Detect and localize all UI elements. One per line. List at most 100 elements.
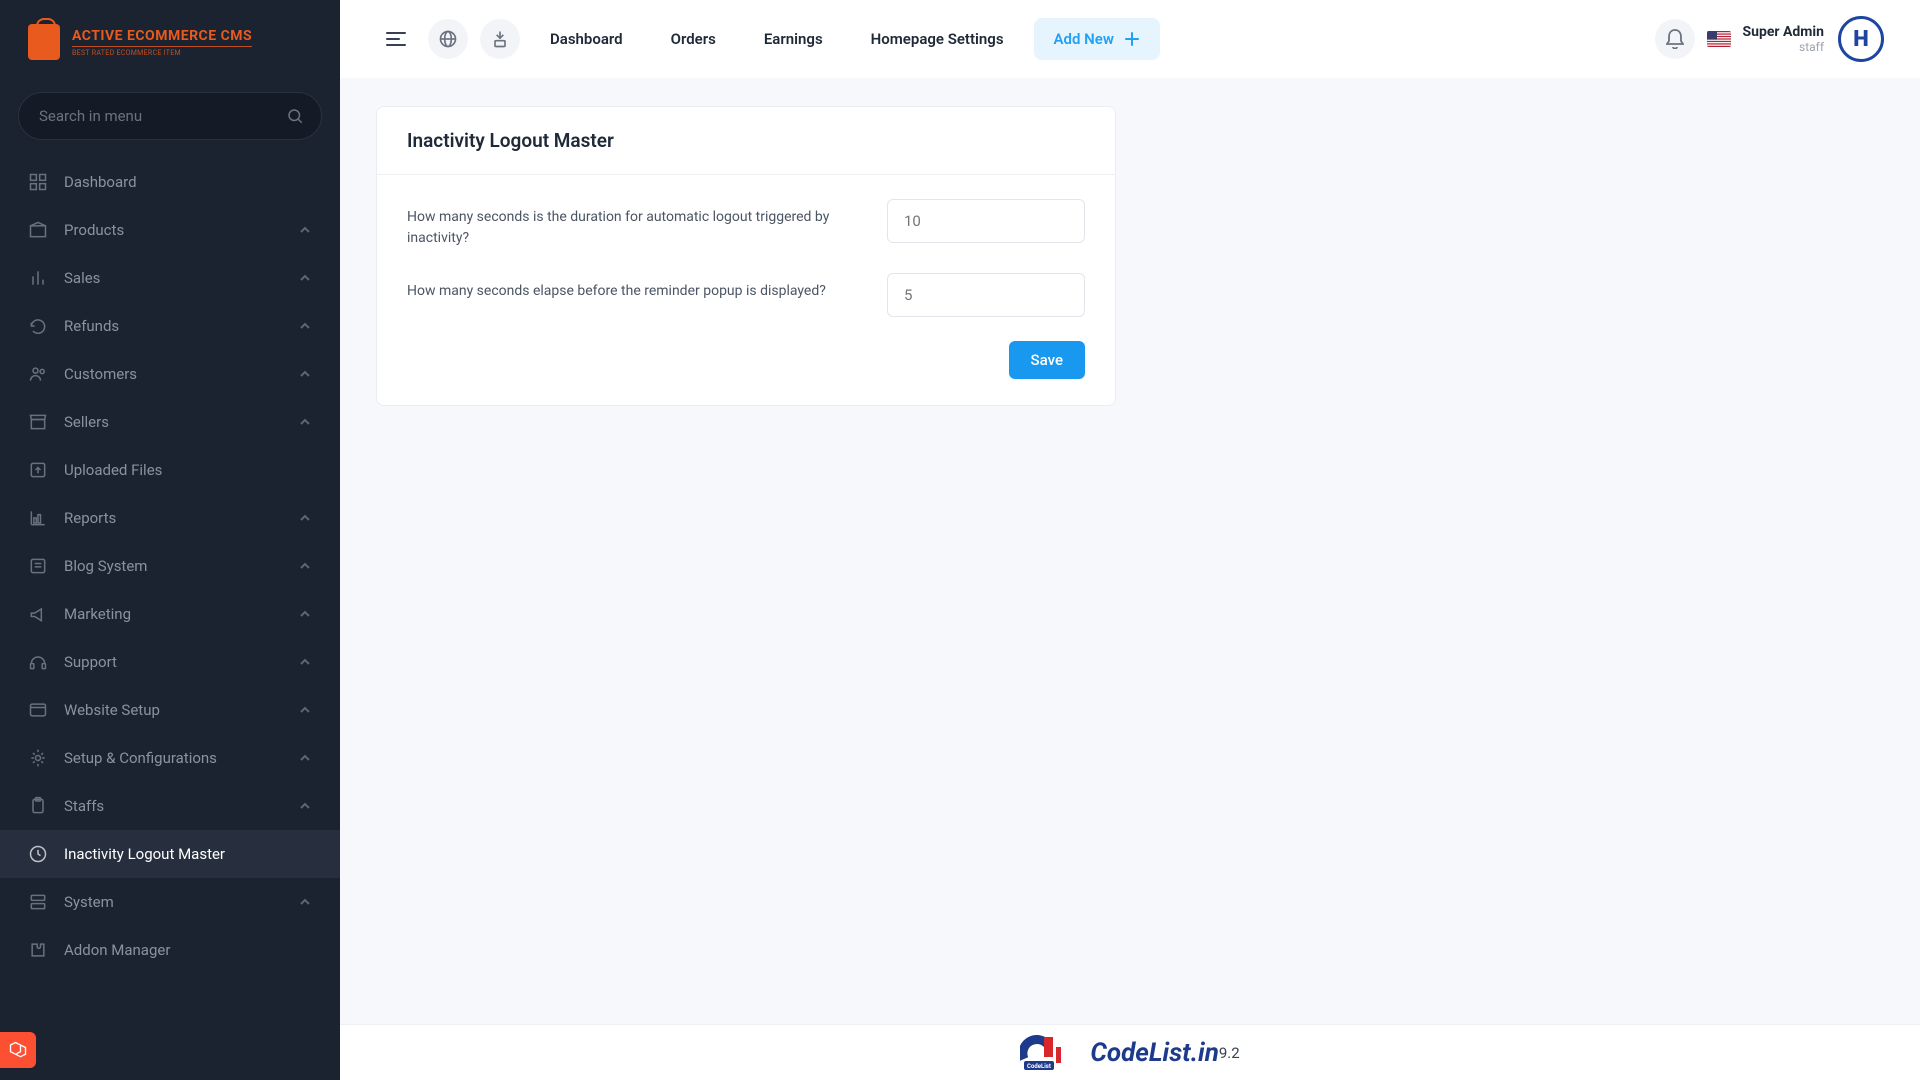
notifications-button[interactable] [1655,19,1695,59]
reminder-input[interactable] [887,273,1085,317]
clipboard-icon [28,796,48,816]
box-icon [28,220,48,240]
duration-input[interactable] [887,199,1085,243]
chevron-up-icon [298,511,312,525]
sidebar-item-addon-manager[interactable]: Addon Manager [0,926,340,974]
chart-icon [28,508,48,528]
add-new-label: Add New [1054,30,1114,48]
save-button[interactable]: Save [1009,341,1085,379]
sidebar-item-sellers[interactable]: Sellers [0,398,340,446]
sidebar-item-label: Customers [64,365,298,383]
reminder-label: How many seconds elapse before the remin… [407,273,859,302]
footer: CodeList CodeList.in 9.2 [340,1024,1920,1080]
add-new-button[interactable]: Add New [1034,18,1160,60]
globe-button[interactable] [428,19,468,59]
sidebar-item-label: Sales [64,269,298,287]
users-icon [28,364,48,384]
plus-icon [1124,31,1140,47]
sidebar-item-label: Staffs [64,797,298,815]
chevron-up-icon [298,655,312,669]
footer-logo: CodeList CodeList.in [1020,1035,1219,1071]
chevron-up-icon [298,799,312,813]
sidebar-search [18,92,322,140]
window-icon [28,700,48,720]
topbar-link-homepage-settings[interactable]: Homepage Settings [853,30,1022,48]
topbar: Dashboard Orders Earnings Homepage Setti… [340,0,1920,78]
brand-subtitle: BEST RATED ECOMMERCE ITEM [72,46,252,57]
sidebar-item-label: Reports [64,509,298,527]
sidebar-item-refunds[interactable]: Refunds [0,302,340,350]
chevron-up-icon [298,271,312,285]
main-content: Inactivity Logout Master How many second… [340,78,1920,1080]
topbar-link-dashboard[interactable]: Dashboard [532,30,641,48]
server-icon [28,892,48,912]
sidebar-item-customers[interactable]: Customers [0,350,340,398]
footer-logo-mark: CodeList [1020,1035,1084,1071]
brand-title: ACTIVE ECOMMERCE CMS [72,28,252,44]
avatar: H [1838,16,1884,62]
chevron-up-icon [298,319,312,333]
sidebar-item-products[interactable]: Products [0,206,340,254]
footer-logo-text: CodeList.in [1090,1038,1219,1068]
sidebar-item-inactivity-logout-master[interactable]: Inactivity Logout Master [0,830,340,878]
bars-icon [28,268,48,288]
sidebar-item-label: Inactivity Logout Master [64,845,312,863]
user-role: staff [1743,40,1824,54]
sidebar-item-blog-system[interactable]: Blog System [0,542,340,590]
topbar-link-orders[interactable]: Orders [653,30,734,48]
laravel-debug-tag[interactable] [0,1032,36,1068]
language-flag[interactable] [1707,31,1731,47]
sidebar-item-label: Website Setup [64,701,298,719]
user-menu[interactable]: Super Admin staff H [1743,16,1884,62]
sidebar-item-label: Support [64,653,298,671]
search-input[interactable] [18,92,322,140]
sidebar-item-label: Marketing [64,605,298,623]
megaphone-icon [28,604,48,624]
sidebar-item-system[interactable]: System [0,878,340,926]
user-name: Super Admin [1743,24,1824,40]
gear-icon [28,748,48,768]
brand-text: ACTIVE ECOMMERCE CMS BEST RATED ECOMMERC… [72,28,252,57]
form-row-reminder: How many seconds elapse before the remin… [407,273,1085,317]
menu-toggle-button[interactable] [376,19,416,59]
chevron-up-icon [298,559,312,573]
puzzle-icon [28,940,48,960]
brand-logo[interactable]: ACTIVE ECOMMERCE CMS BEST RATED ECOMMERC… [0,0,340,84]
chevron-up-icon [298,751,312,765]
sidebar-item-sales[interactable]: Sales [0,254,340,302]
sidebar-item-marketing[interactable]: Marketing [0,590,340,638]
sidebar-item-uploaded-files[interactable]: Uploaded Files [0,446,340,494]
topbar-link-earnings[interactable]: Earnings [746,30,841,48]
sidebar-item-label: Uploaded Files [64,461,312,479]
sidebar-item-label: Blog System [64,557,298,575]
sidebar-item-label: Refunds [64,317,298,335]
clear-cache-button[interactable] [480,19,520,59]
sidebar-item-setup-configurations[interactable]: Setup & Configurations [0,734,340,782]
user-text: Super Admin staff [1743,24,1824,54]
sidebar-item-reports[interactable]: Reports [0,494,340,542]
chevron-up-icon [298,415,312,429]
clock-icon [28,844,48,864]
sidebar-item-dashboard[interactable]: Dashboard [0,158,340,206]
sidebar-item-label: Products [64,221,298,239]
form-row-duration: How many seconds is the duration for aut… [407,199,1085,249]
bag-icon [28,24,60,60]
chevron-up-icon [298,367,312,381]
sidebar-item-staffs[interactable]: Staffs [0,782,340,830]
footer-version: 9.2 [1219,1044,1240,1062]
sidebar-item-label: System [64,893,298,911]
store-icon [28,412,48,432]
sidebar-item-website-setup[interactable]: Website Setup [0,686,340,734]
blog-icon [28,556,48,576]
sidebar-item-support[interactable]: Support [0,638,340,686]
chevron-up-icon [298,895,312,909]
sidebar-item-label: Setup & Configurations [64,749,298,767]
refresh-icon [28,316,48,336]
svg-text:CodeList: CodeList [1027,1063,1051,1070]
sidebar-item-label: Addon Manager [64,941,312,959]
sidebar-item-label: Dashboard [64,173,312,191]
duration-label: How many seconds is the duration for aut… [407,199,859,249]
upload-icon [28,460,48,480]
sidebar-item-label: Sellers [64,413,298,431]
page-title: Inactivity Logout Master [377,107,1115,175]
